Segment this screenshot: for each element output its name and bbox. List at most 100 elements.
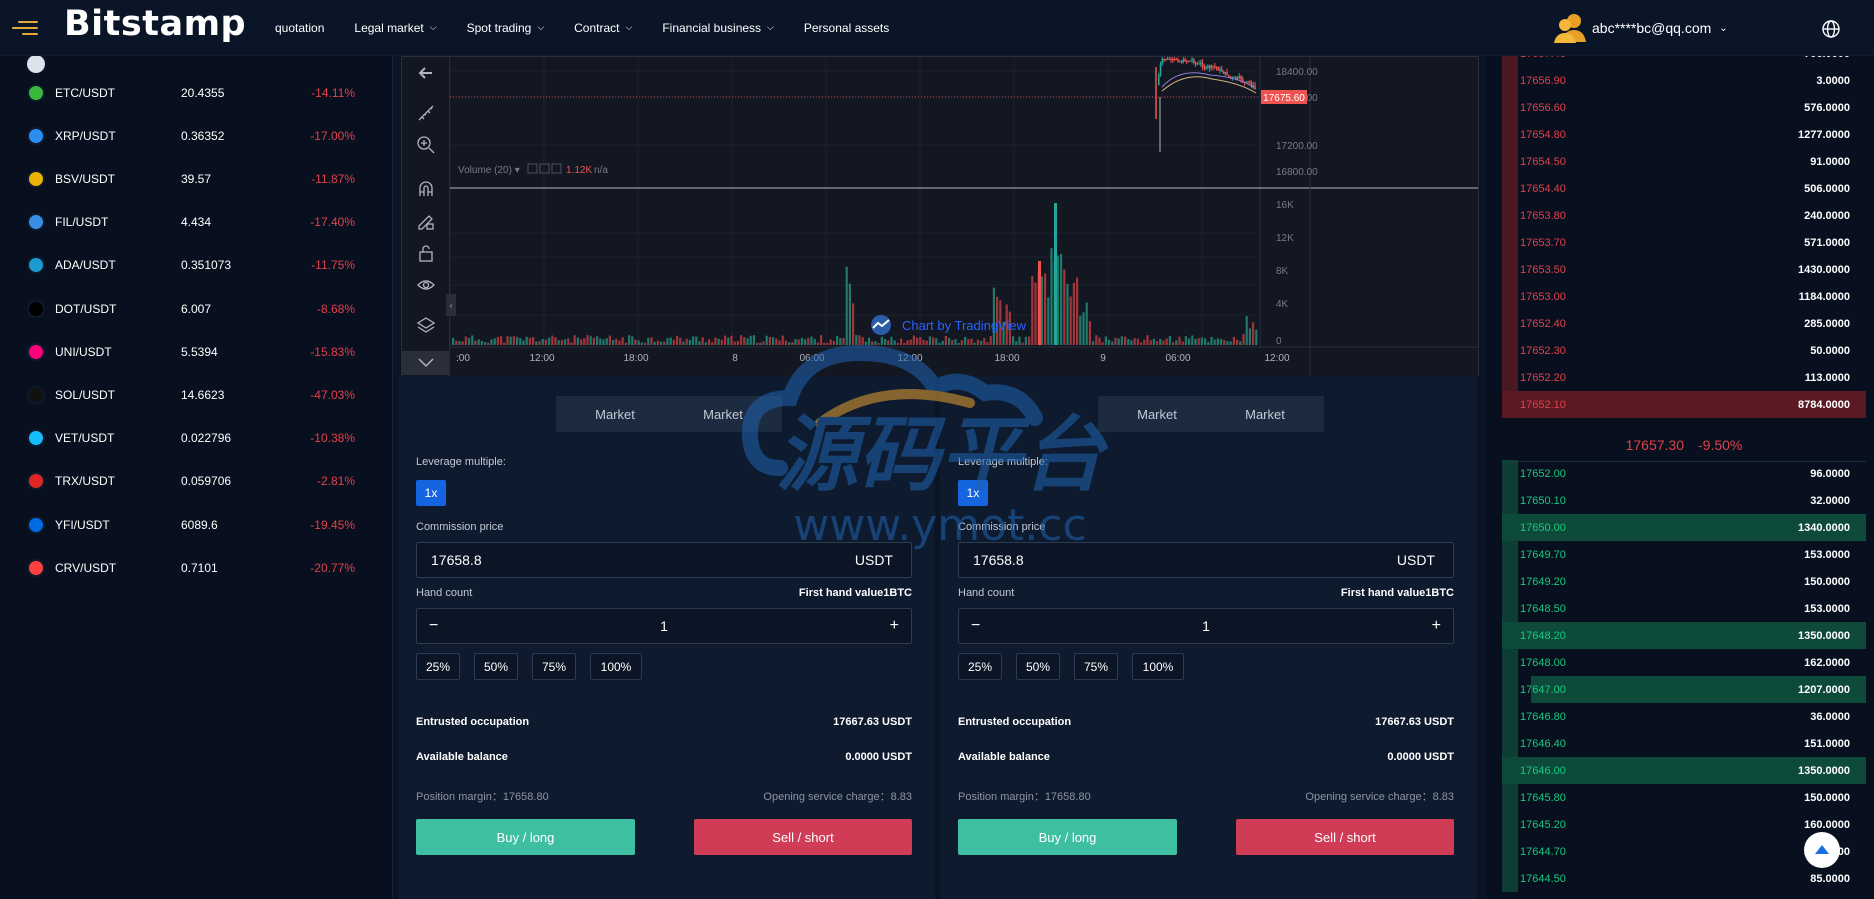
market-row[interactable]: FIL/USDT 4.434 -17.40%: [0, 201, 392, 244]
volume-bar: [711, 342, 714, 345]
nav-item-financial-business[interactable]: Financial business ⌵: [662, 21, 774, 35]
percent-100-button[interactable]: 100%: [1132, 653, 1184, 680]
commission-price-input[interactable]: [973, 552, 1353, 568]
candle: [1235, 76, 1237, 79]
ask-row[interactable]: 17652.40 285.0000: [1502, 310, 1866, 337]
market-row[interactable]: TRX/USDT 0.059706 -2.81%: [0, 460, 392, 503]
market-row[interactable]: BSV/USDT 39.57 -11.87%: [0, 157, 392, 200]
collapse-chevron-icon[interactable]: [402, 351, 450, 375]
pencil-lock-icon[interactable]: [416, 211, 436, 231]
volume-bar: [928, 336, 931, 345]
brand-logo[interactable]: Bitstamp: [64, 4, 246, 44]
side-marker: [1502, 148, 1518, 175]
sell-short-button[interactable]: Sell / short: [1236, 819, 1454, 855]
tab-market-1[interactable]: Market: [556, 396, 674, 432]
percent-25-button[interactable]: 25%: [958, 653, 1002, 680]
menu-icon[interactable]: [12, 18, 38, 38]
back-arrow-icon[interactable]: [416, 63, 436, 83]
nav-item-personal-assets[interactable]: Personal assets: [804, 21, 889, 35]
minus-button[interactable]: −: [429, 617, 438, 635]
hand-count-stepper[interactable]: − 1 +: [416, 608, 912, 644]
buy-long-button[interactable]: Buy / long: [416, 819, 635, 855]
zoom-in-icon[interactable]: [416, 135, 436, 155]
market-row[interactable]: ADA/USDT 0.351073 -11.75%: [0, 244, 392, 287]
chart-hide-arrow-icon[interactable]: ‹: [446, 294, 456, 316]
tab-market-2[interactable]: Market: [664, 396, 782, 432]
bid-row[interactable]: 17648.50 153.0000: [1502, 595, 1866, 622]
ask-row[interactable]: 17654.80 1277.0000: [1502, 121, 1866, 148]
volume-bar: [893, 340, 896, 345]
ruler-icon[interactable]: [416, 103, 436, 123]
candle: [1158, 74, 1160, 85]
volume-bar: [925, 340, 928, 345]
bid-row[interactable]: 17646.40 151.0000: [1502, 730, 1866, 757]
bid-row[interactable]: 17646.80 36.0000: [1502, 703, 1866, 730]
tab-market-1[interactable]: Market: [1098, 396, 1216, 432]
tab-market-2[interactable]: Market: [1206, 396, 1324, 432]
plus-button[interactable]: +: [890, 617, 899, 635]
language-globe-icon[interactable]: [1820, 18, 1842, 40]
nav-item-contract[interactable]: Contract ⌵: [574, 21, 632, 35]
ask-row[interactable]: 17657.40 706.0000: [1502, 56, 1866, 67]
percent-50-button[interactable]: 50%: [1016, 653, 1060, 680]
magnet-icon[interactable]: [416, 179, 436, 199]
volume-bar: [877, 342, 880, 345]
ask-row[interactable]: 17656.90 3.0000: [1502, 67, 1866, 94]
ask-row[interactable]: 17654.50 91.0000: [1502, 148, 1866, 175]
percent-25-button[interactable]: 25%: [416, 653, 460, 680]
bid-row[interactable]: 17652.00 96.0000: [1502, 460, 1866, 487]
bid-row[interactable]: 17650.10 32.0000: [1502, 487, 1866, 514]
bid-row[interactable]: 17648.00 162.0000: [1502, 649, 1866, 676]
user-menu[interactable]: abc****bc@qq.com ⌄: [1552, 12, 1728, 44]
ask-row[interactable]: 17653.70 571.0000: [1502, 229, 1866, 256]
commission-price-field[interactable]: USDT: [958, 542, 1454, 578]
commission-price-input[interactable]: [431, 552, 811, 568]
nav-item-spot-trading[interactable]: Spot trading ⌵: [467, 21, 545, 35]
percent-75-button[interactable]: 75%: [532, 653, 576, 680]
eye-icon[interactable]: [416, 275, 436, 295]
sell-short-button[interactable]: Sell / short: [694, 819, 912, 855]
market-row[interactable]: SOL/USDT 14.6623 -47.03%: [0, 373, 392, 416]
bid-row[interactable]: 17650.00 1340.0000: [1502, 514, 1866, 541]
bid-row[interactable]: 17646.00 1350.0000: [1502, 757, 1866, 784]
market-row[interactable]: YFI/USDT 6089.6 -19.45%: [0, 503, 392, 546]
nav-item-legal-market[interactable]: Legal market ⌵: [354, 21, 436, 35]
bid-row[interactable]: 17648.20 1350.0000: [1502, 622, 1866, 649]
leverage-1x-button[interactable]: 1x: [958, 480, 988, 506]
ask-row[interactable]: 17654.40 506.0000: [1502, 175, 1866, 202]
bid-row[interactable]: 17649.70 153.0000: [1502, 541, 1866, 568]
percent-100-button[interactable]: 100%: [590, 653, 642, 680]
nav-item-quotation[interactable]: quotation: [275, 21, 324, 35]
percent-75-button[interactable]: 75%: [1074, 653, 1118, 680]
market-row[interactable]: UNI/USDT 5.5394 -15.83%: [0, 330, 392, 373]
percent-50-button[interactable]: 50%: [474, 653, 518, 680]
price-chart[interactable]: 18400.0018000.0017200.0016800.0016K12K8K…: [401, 56, 1479, 377]
market-row[interactable]: VET/USDT 0.022796 -10.38%: [0, 417, 392, 460]
buy-long-button[interactable]: Buy / long: [958, 819, 1177, 855]
bid-row[interactable]: 17645.80 150.0000: [1502, 784, 1866, 811]
tradingview-badge[interactable]: Chart by TradingView: [868, 315, 1026, 335]
market-row[interactable]: ETC/USDT 20.4355 -14.11%: [0, 71, 392, 114]
ask-row[interactable]: 17652.20 113.0000: [1502, 364, 1866, 391]
bid-row[interactable]: 17644.50 85.0000: [1502, 865, 1866, 892]
bid-row[interactable]: 17649.20 150.0000: [1502, 568, 1866, 595]
leverage-1x-button[interactable]: 1x: [416, 480, 446, 506]
bid-row[interactable]: 17647.00 1207.0000: [1502, 676, 1866, 703]
market-row[interactable]: XRP/USDT 0.36352 -17.00%: [0, 114, 392, 157]
market-row[interactable]: DOT/USDT 6.007 -8.68%: [0, 287, 392, 330]
commission-price-field[interactable]: USDT: [416, 542, 912, 578]
scroll-to-top-button[interactable]: [1804, 832, 1840, 868]
ask-row[interactable]: 17652.10 8784.0000: [1502, 391, 1866, 418]
layers-icon[interactable]: [416, 315, 436, 335]
ask-row[interactable]: 17652.30 50.0000: [1502, 337, 1866, 364]
plus-button[interactable]: +: [1432, 617, 1441, 635]
minus-button[interactable]: −: [971, 617, 980, 635]
ask-row[interactable]: 17653.00 1184.0000: [1502, 283, 1866, 310]
ask-row[interactable]: 17653.80 240.0000: [1502, 202, 1866, 229]
ask-row[interactable]: 17656.60 576.0000: [1502, 94, 1866, 121]
ask-row[interactable]: 17653.50 1430.0000: [1502, 256, 1866, 283]
lock-icon[interactable]: [416, 243, 436, 263]
hand-count-stepper[interactable]: − 1 +: [958, 608, 1454, 644]
market-row[interactable]: CRV/USDT 0.7101 -20.77%: [0, 546, 392, 589]
volume-bar: [804, 339, 807, 345]
